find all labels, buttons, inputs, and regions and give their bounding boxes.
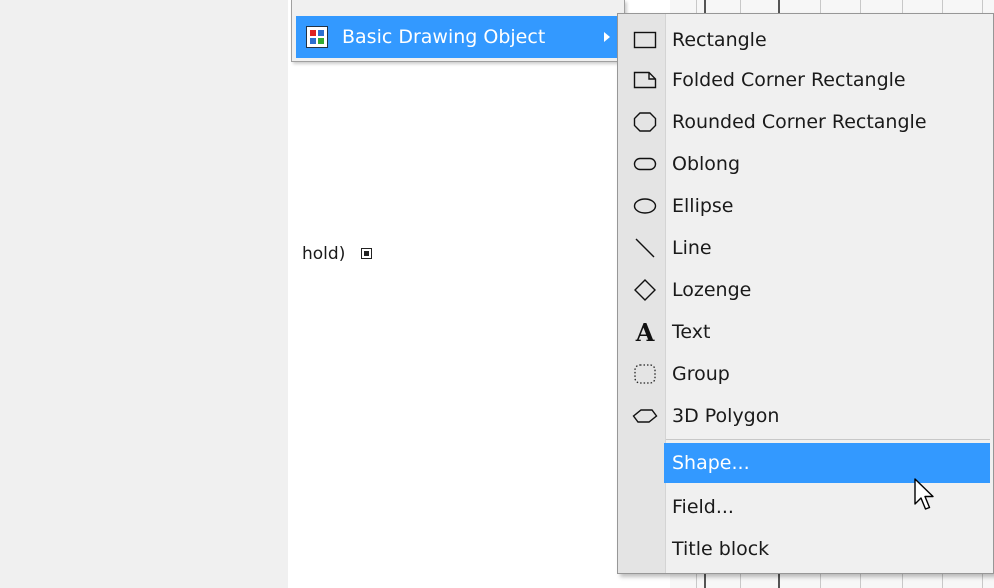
- menu-item-label: Line: [672, 237, 712, 259]
- rectangle-icon: [631, 28, 659, 52]
- mouse-cursor-icon: [914, 478, 934, 510]
- submenu: Rectangle Folded Corner Rectangle Rounde…: [617, 13, 994, 574]
- menu-item-label: Group: [672, 363, 730, 385]
- menu-item-rectangle[interactable]: Rectangle: [621, 20, 991, 60]
- submenu-arrow-icon: [604, 32, 610, 42]
- menu-item-line[interactable]: Line: [621, 228, 991, 268]
- menu-item-label: Ellipse: [672, 195, 734, 217]
- left-panel: [0, 0, 288, 588]
- menu-item-label: Title block: [672, 538, 770, 560]
- group-icon: [631, 362, 659, 386]
- menu-item-group[interactable]: Group: [621, 354, 991, 394]
- menu-item-label: Shape...: [672, 452, 750, 474]
- menu-separator: [666, 439, 990, 440]
- menu-item-3d-polygon[interactable]: 3D Polygon: [621, 396, 991, 436]
- menu-item-label: Field...: [672, 496, 734, 518]
- menu-item-rounded-corner-rectangle[interactable]: Rounded Corner Rectangle: [621, 102, 991, 142]
- rounded-corner-rectangle-icon: [631, 110, 659, 134]
- menu-item-title-block[interactable]: Title block: [621, 529, 991, 569]
- menu-item-oblong[interactable]: Oblong: [621, 144, 991, 184]
- menu-item-shape[interactable]: Shape...: [664, 443, 990, 483]
- menu-item-label: Rectangle: [672, 29, 767, 51]
- menu-item-ellipse[interactable]: Ellipse: [621, 186, 991, 226]
- menu-item-label: Lozenge: [672, 279, 752, 301]
- folded-corner-rectangle-icon: [631, 68, 659, 92]
- menu-item-text[interactable]: A Text: [621, 312, 991, 352]
- menu-item-label: Oblong: [672, 153, 741, 175]
- line-icon: [631, 236, 659, 260]
- oblong-icon: [631, 152, 659, 176]
- parent-menu: Basic Drawing Object: [291, 0, 625, 62]
- hold-label: hold): [302, 244, 346, 264]
- menu-item-label: Text: [672, 321, 711, 343]
- menu-item-label: Folded Corner Rectangle: [672, 69, 906, 91]
- menu-item-lozenge[interactable]: Lozenge: [621, 270, 991, 310]
- ellipse-icon: [631, 194, 659, 218]
- 3d-polygon-icon: [631, 404, 659, 428]
- hold-toggle-icon[interactable]: [361, 248, 372, 259]
- menu-item-label: Rounded Corner Rectangle: [672, 111, 927, 133]
- drawing-object-icon: [306, 26, 328, 48]
- menu-item-label: Basic Drawing Object: [342, 26, 546, 48]
- lozenge-icon: [631, 278, 659, 302]
- menu-item-basic-drawing-object[interactable]: Basic Drawing Object: [296, 16, 622, 58]
- svg-text:A: A: [635, 320, 655, 344]
- text-icon: A: [631, 320, 659, 344]
- menu-item-label: 3D Polygon: [672, 405, 780, 427]
- menu-item-folded-corner-rectangle[interactable]: Folded Corner Rectangle: [621, 60, 991, 100]
